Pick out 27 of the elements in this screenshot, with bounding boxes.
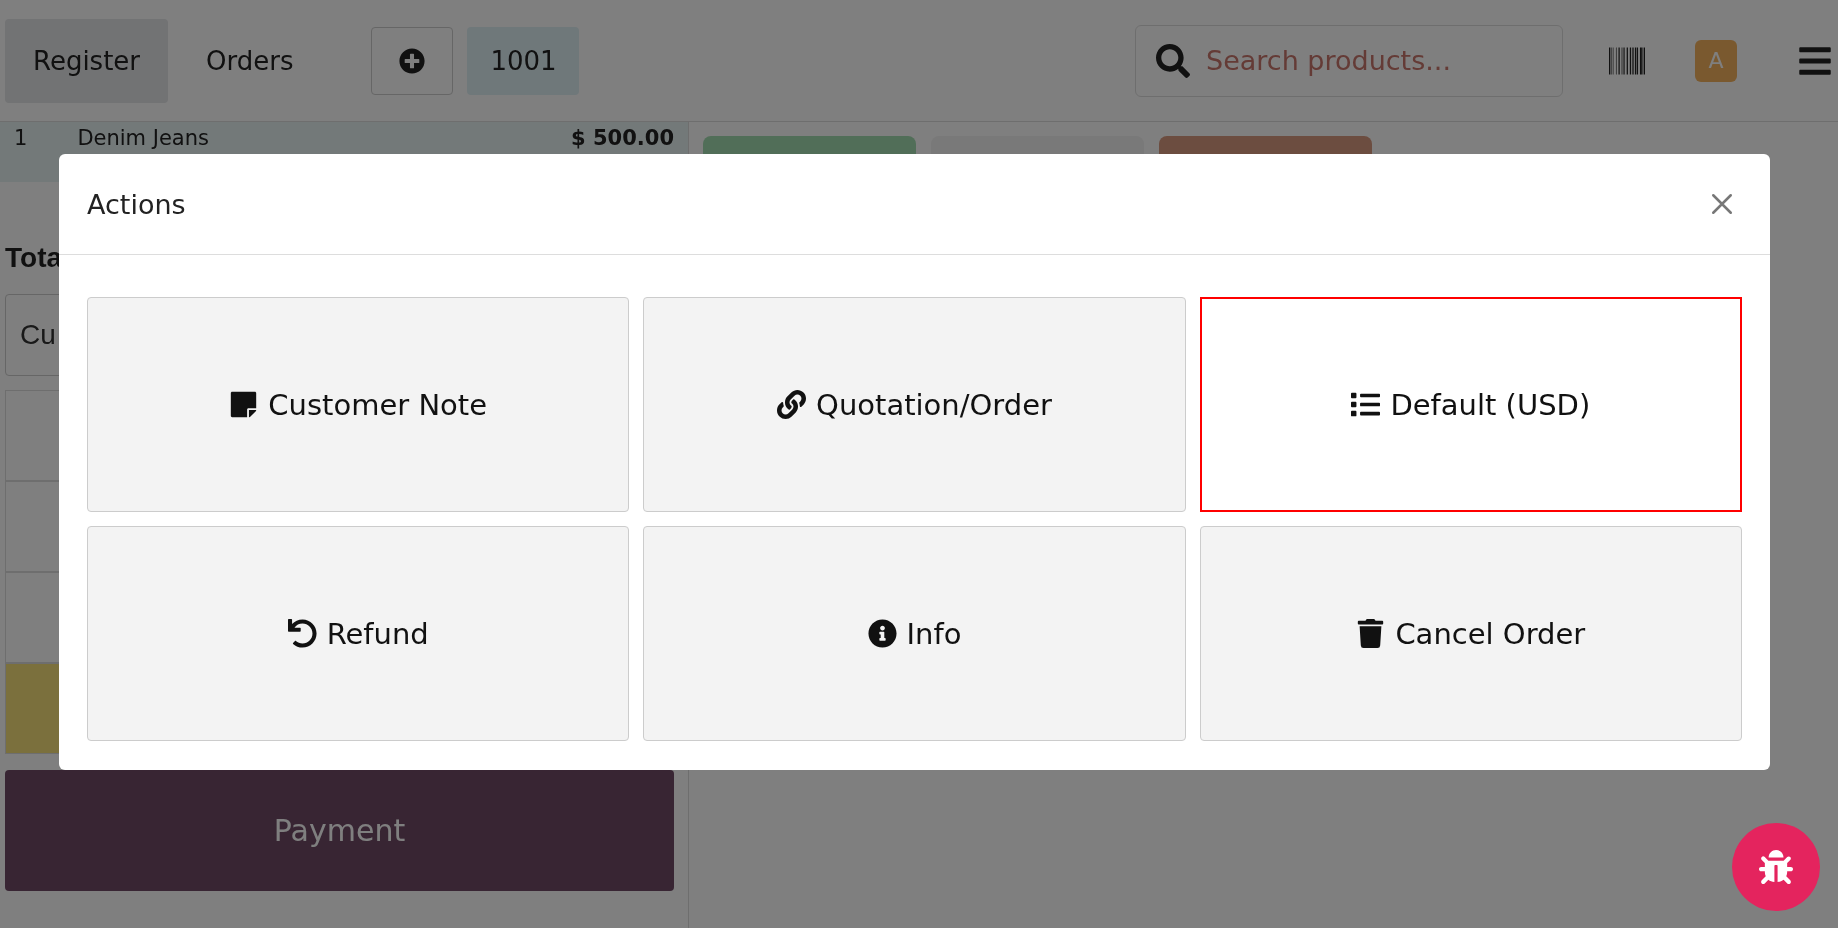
- trash-icon: [1356, 619, 1386, 648]
- bug-icon: [1759, 850, 1793, 884]
- search-icon[interactable]: [1156, 43, 1190, 78]
- search-field[interactable]: Search products...: [1204, 44, 1534, 77]
- quantity: 1: [14, 126, 28, 150]
- product-name: Denim Jeans: [77, 126, 209, 150]
- action-button[interactable]: Quotation/Order: [643, 297, 1186, 512]
- note-icon: [229, 390, 259, 419]
- action-button[interactable]: Customer Note: [87, 297, 630, 512]
- dialog-title: Actions: [87, 188, 186, 220]
- total-label: Tota: [5, 242, 64, 274]
- action-button[interactable]: Cancel Order: [1199, 526, 1742, 741]
- payment-button[interactable]: Payment: [5, 770, 674, 891]
- info-icon: [867, 619, 897, 648]
- nav-tab[interactable]: Orders: [178, 18, 322, 103]
- action-button[interactable]: Default (USD): [1199, 297, 1742, 512]
- undo-icon: [287, 619, 317, 648]
- search-bar[interactable]: Search products...: [1135, 24, 1563, 97]
- action-button[interactable]: Refund: [87, 526, 630, 741]
- link-icon: [777, 390, 807, 419]
- price: $ 500.00: [571, 126, 674, 150]
- plus-icon: [399, 47, 426, 74]
- action-button[interactable]: Info: [643, 526, 1186, 741]
- order-tab[interactable]: 1001: [467, 26, 580, 95]
- nav-tab[interactable]: Register: [5, 18, 169, 103]
- new-order-button[interactable]: [371, 26, 454, 95]
- list-icon: [1351, 390, 1381, 419]
